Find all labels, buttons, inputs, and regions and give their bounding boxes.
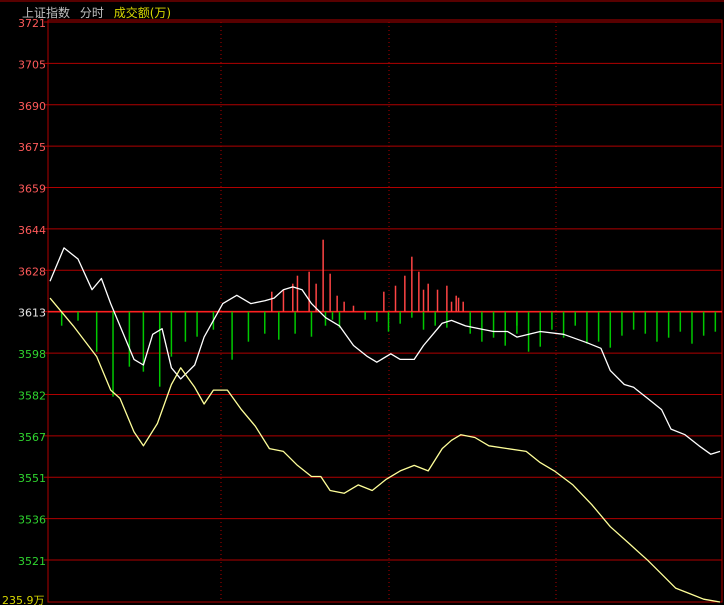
- chart-header: 上证指数 分时 成交额(万): [22, 4, 177, 21]
- y-tick-label: 3644: [18, 224, 46, 237]
- index-name: 上证指数: [22, 6, 71, 20]
- y-tick-label: 3659: [18, 183, 46, 196]
- period-tab[interactable]: 分时: [80, 6, 104, 20]
- y-tick-label: 3536: [18, 514, 46, 527]
- y-tick-label: 3598: [18, 348, 46, 361]
- y-tick-label: 3628: [18, 265, 46, 278]
- y-tick-label: 3551: [18, 472, 46, 485]
- y-tick-label: 3690: [18, 100, 46, 113]
- chart-background: [0, 0, 724, 605]
- y-tick-label: 3613: [18, 307, 46, 320]
- volume-label: 成交额(万): [113, 6, 172, 20]
- y-tick-label: 3567: [18, 431, 46, 444]
- y-tick-label: 3582: [18, 389, 46, 402]
- y-tick-label: 3521: [18, 555, 46, 568]
- intraday-chart: 3721370536903675365936443628361335983582…: [0, 0, 724, 605]
- y-tick-label: 3705: [18, 58, 46, 71]
- volume-axis-label: 235.9万: [2, 594, 45, 605]
- y-tick-label: 3675: [18, 141, 46, 154]
